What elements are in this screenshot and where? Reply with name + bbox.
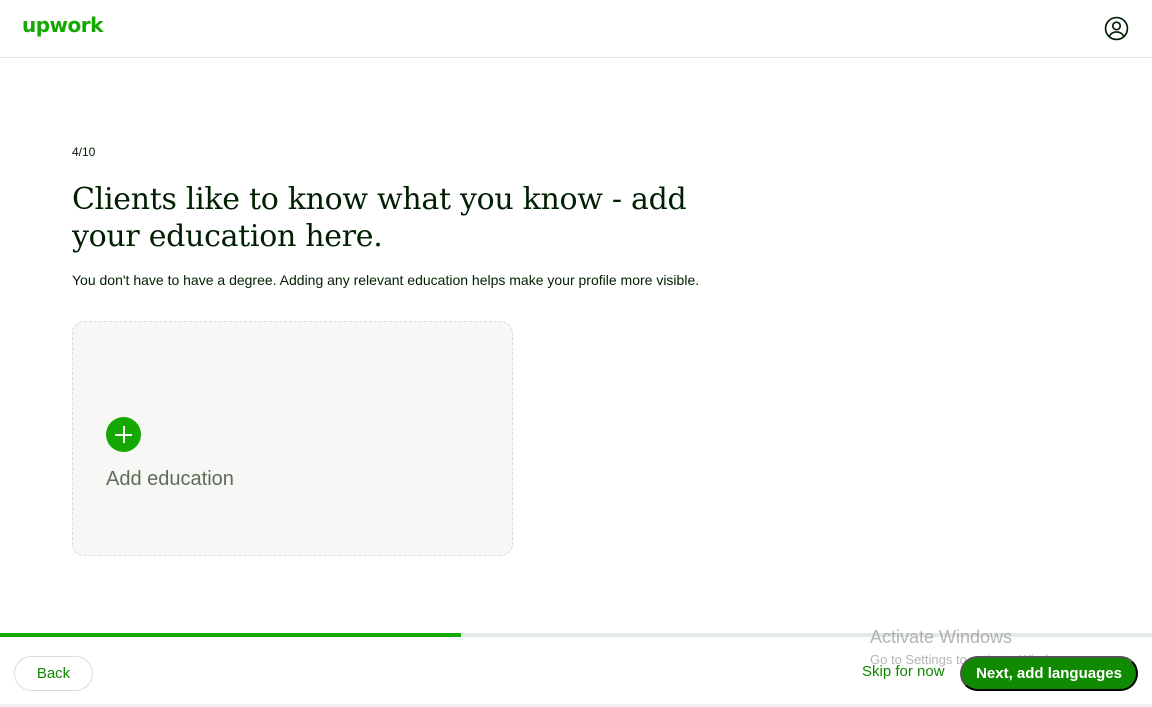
step-indicator: 4/10	[72, 145, 96, 159]
skip-for-now-link[interactable]: Skip for now	[862, 663, 945, 680]
add-education-card[interactable]: Add education	[72, 321, 513, 556]
back-button[interactable]: Back	[14, 656, 93, 691]
page-title: Clients like to know what you know - add…	[72, 182, 687, 254]
add-education-label: Add education	[106, 468, 234, 490]
top-navigation-bar: upwork	[0, 0, 1152, 58]
page-description: You don't have to have a degree. Adding …	[72, 272, 700, 288]
plus-circle-icon[interactable]	[106, 417, 141, 452]
next-add-languages-button[interactable]: Next, add languages	[960, 656, 1138, 691]
activate-windows-title: Activate Windows	[870, 627, 1013, 647]
progress-bar-fill	[0, 633, 461, 637]
upwork-logo[interactable]: upwork	[22, 13, 103, 37]
user-circle-icon[interactable]	[1104, 16, 1129, 41]
